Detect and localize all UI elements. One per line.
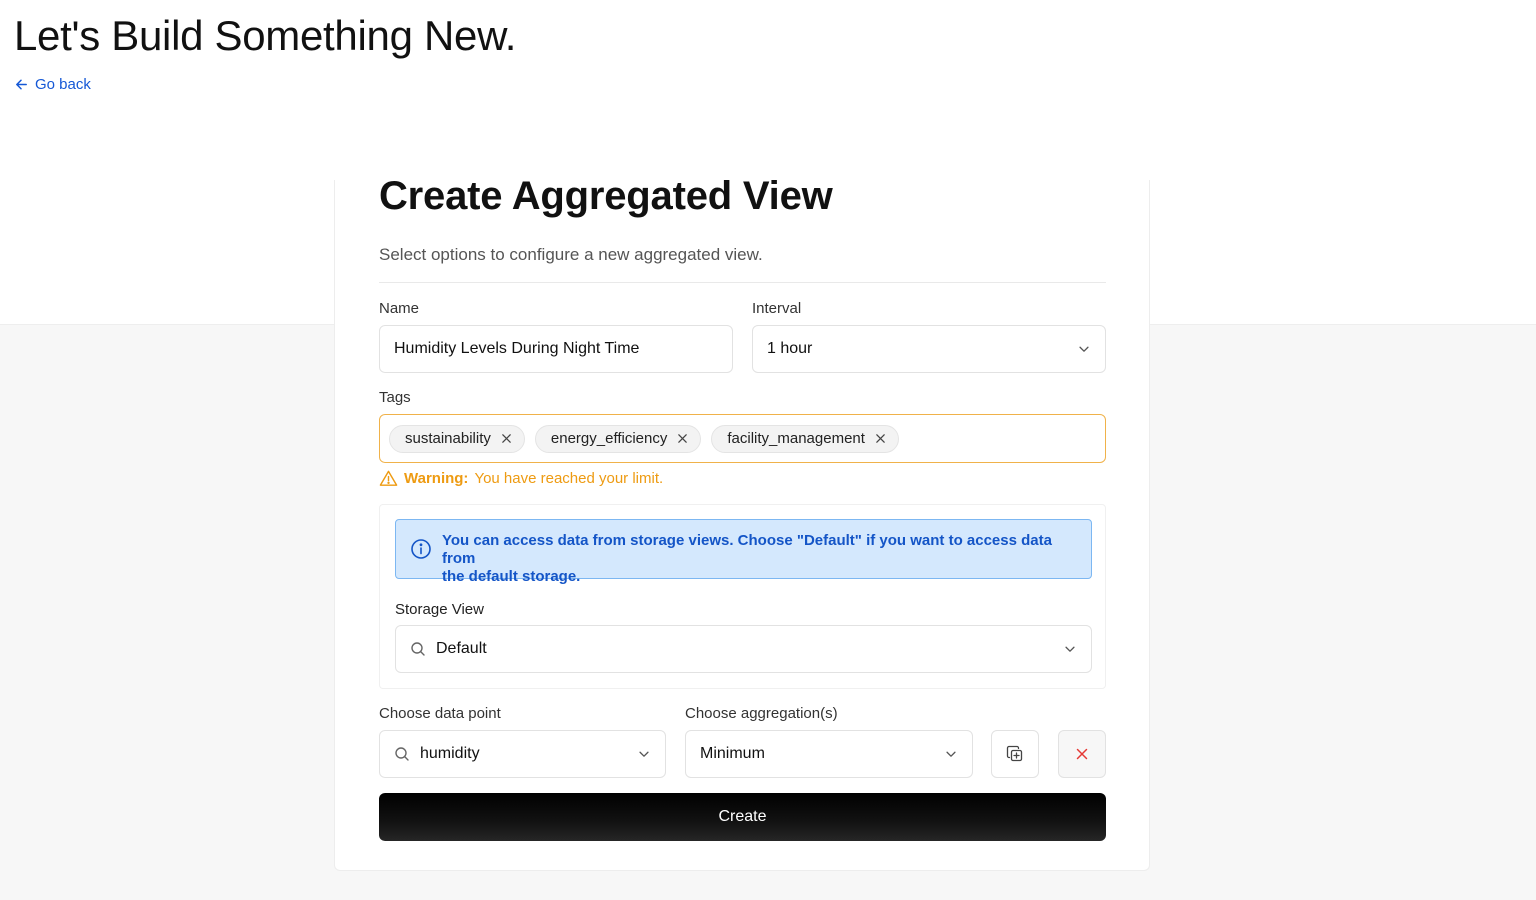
name-input[interactable]: Humidity Levels During Night Time (379, 325, 733, 373)
storage-info-text: You can access data from storage views. … (442, 532, 1075, 586)
warning-text: You have reached your limit. (474, 470, 664, 487)
tags-limit-warning: Warning: You have reached your limit. (379, 469, 663, 488)
search-icon (411, 642, 425, 656)
interval-label: Interval (752, 300, 802, 317)
chevron-down-icon (1079, 346, 1089, 352)
duplicate-row-button[interactable] (991, 730, 1039, 778)
page-title: Let's Build Something New. (14, 12, 517, 59)
aggregation-value: Minimum (700, 745, 765, 762)
storage-view-label: Storage View (395, 601, 484, 618)
go-back-link[interactable]: Go back (14, 76, 91, 93)
aggregation-select[interactable]: Minimum (685, 730, 973, 778)
data-point-select[interactable]: humidity (379, 730, 666, 778)
tag-chip: energy_efficiency (534, 424, 702, 453)
chevron-down-icon (946, 751, 956, 757)
data-point-value: humidity (420, 745, 480, 762)
close-icon[interactable] (677, 433, 688, 444)
warning-triangle-icon (379, 470, 398, 486)
storage-view-value: Default (436, 640, 487, 657)
arrow-left-icon (16, 79, 27, 90)
aggregation-label: Choose aggregation(s) (685, 705, 838, 722)
create-aggregated-view-card: Create Aggregated View Select options to… (334, 174, 1150, 871)
storage-info-line1: You can access data from storage views. … (442, 532, 1052, 567)
copy-plus-icon (1006, 745, 1023, 762)
interval-select[interactable]: 1 hour (752, 325, 1106, 373)
tag-chip: sustainability (389, 424, 525, 453)
close-icon[interactable] (501, 433, 512, 444)
search-icon (395, 747, 409, 761)
create-button[interactable]: Create (379, 793, 1106, 841)
close-icon (1076, 748, 1088, 760)
name-input-value: Humidity Levels During Night Time (394, 340, 640, 357)
chevron-down-icon (639, 751, 649, 757)
tags-input[interactable]: sustainability energy_efficiency facilit… (379, 414, 1106, 463)
tag-chip: facility_management (711, 424, 899, 453)
delete-row-button[interactable] (1058, 730, 1106, 778)
warning-prefix: Warning: (404, 470, 469, 487)
storage-info-banner: You can access data from storage views. … (395, 519, 1092, 585)
storage-view-select[interactable]: Default (395, 625, 1092, 673)
tag-chip-label: sustainability (405, 430, 491, 447)
go-back-label: Go back (35, 76, 91, 93)
chevron-down-icon (1065, 646, 1075, 652)
interval-select-value: 1 hour (767, 340, 813, 357)
name-label: Name (379, 300, 420, 317)
tag-chip-label: facility_management (727, 430, 865, 447)
storage-info-line2: the default storage. (442, 568, 581, 585)
close-icon[interactable] (875, 433, 886, 444)
tags-label: Tags (379, 389, 411, 406)
form-subtitle: Select options to configure a new aggreg… (379, 245, 763, 264)
info-icon (411, 539, 431, 559)
storage-view-panel: You can access data from storage views. … (379, 504, 1106, 689)
tag-chip-label: energy_efficiency (550, 430, 668, 447)
divider (379, 282, 1106, 283)
form-title: Create Aggregated View (379, 174, 833, 218)
data-point-label: Choose data point (379, 705, 501, 722)
